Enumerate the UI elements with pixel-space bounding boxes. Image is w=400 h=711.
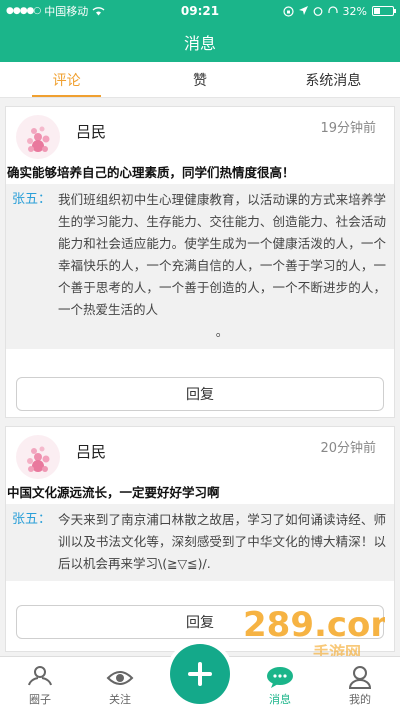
timestamp: 19分钟前 — [320, 121, 376, 136]
message-tabs: 评论 赞 系统消息 — [0, 62, 400, 98]
tab-messages[interactable]: 消息 — [240, 657, 320, 711]
plus-icon — [188, 662, 212, 686]
tab-comments[interactable]: 评论 — [0, 62, 133, 97]
eye-icon — [106, 671, 134, 685]
watermark-text: 289.com — [243, 605, 385, 645]
username[interactable]: 吕民 — [76, 121, 106, 142]
tab-profile-label: 我的 — [349, 693, 371, 706]
page-title: 消息 — [183, 34, 216, 53]
comment-box: 张五： 今天来到了南京浦口林散之故居，学习了如何诵读诗经、师训以及书法文化等，深… — [6, 504, 394, 581]
alarm-icon — [313, 7, 322, 16]
comment-body: 我们班组织初中生心理健康教育，以活动课的方式来培养学生的学习能力、生存能力、交往… — [58, 192, 386, 317]
app-header: ●●●●○ 中国移动 09:21 32% 消息 — [0, 0, 400, 62]
headphones-icon — [327, 6, 338, 13]
comment-text: 我们班组织初中生心理健康教育，以活动课的方式来培养学生的学习能力、生存能力、交往… — [58, 189, 386, 343]
tab-likes[interactable]: 赞 — [133, 62, 266, 97]
tab-system-messages[interactable]: 系统消息 — [267, 62, 400, 97]
message-card: 吕民 19分钟前 确实能够培养自己的心理素质，同学们热情度很高！ 张五： 我们班… — [5, 106, 395, 418]
comment-text: 今天来到了南京浦口林散之故居，学习了如何诵读诗经、师训以及书法文化等，深刻感受到… — [58, 509, 386, 575]
username[interactable]: 吕民 — [76, 441, 106, 462]
battery-icon — [372, 6, 396, 16]
reply-button[interactable]: 回复 — [16, 377, 384, 411]
circle-group-icon — [28, 666, 52, 686]
wifi-icon — [92, 7, 105, 16]
location-icon — [298, 6, 308, 15]
post-text: 确实能够培养自己的心理素质，同学们热情度很高！ — [7, 165, 295, 180]
tab-messages-label: 消息 — [269, 693, 291, 706]
post-text: 中国文化源远流长，一定要好好学习啊 — [7, 485, 220, 500]
tab-circle-label: 圈子 — [29, 693, 51, 706]
message-icon — [267, 667, 293, 688]
avatar[interactable] — [16, 115, 60, 159]
tab-follow-label: 关注 — [109, 693, 131, 706]
comment-author[interactable]: 张五： — [12, 189, 58, 343]
tab-comments-label: 评论 — [52, 72, 81, 89]
avatar[interactable] — [16, 435, 60, 479]
status-bar: ●●●●○ 中国移动 09:21 32% — [0, 0, 400, 22]
add-post-button[interactable] — [170, 644, 230, 704]
carrier-name: 中国移动 — [44, 5, 89, 18]
battery-percent: 32% — [342, 4, 367, 18]
comment-box: 张五： 我们班组织初中生心理健康教育，以活动课的方式来培养学生的学习能力、生存能… — [6, 184, 394, 349]
comment-end: 。 — [215, 324, 229, 339]
comment-author[interactable]: 张五： — [12, 509, 58, 575]
rotation-lock-icon — [282, 5, 294, 17]
profile-icon — [348, 666, 372, 689]
comment-body: 今天来到了南京浦口林散之故居，学习了如何诵读诗经、师训以及书法文化等，深刻感受到… — [58, 512, 386, 571]
tab-likes-label: 赞 — [192, 72, 207, 89]
tab-circle[interactable]: 圈子 — [0, 657, 80, 711]
timestamp: 20分钟前 — [320, 441, 376, 456]
tab-follow[interactable]: 关注 — [80, 657, 160, 711]
tab-system-messages-label: 系统消息 — [305, 72, 362, 89]
tab-profile[interactable]: 我的 — [320, 657, 400, 711]
signal-icon: ●●●●○ — [6, 6, 41, 16]
